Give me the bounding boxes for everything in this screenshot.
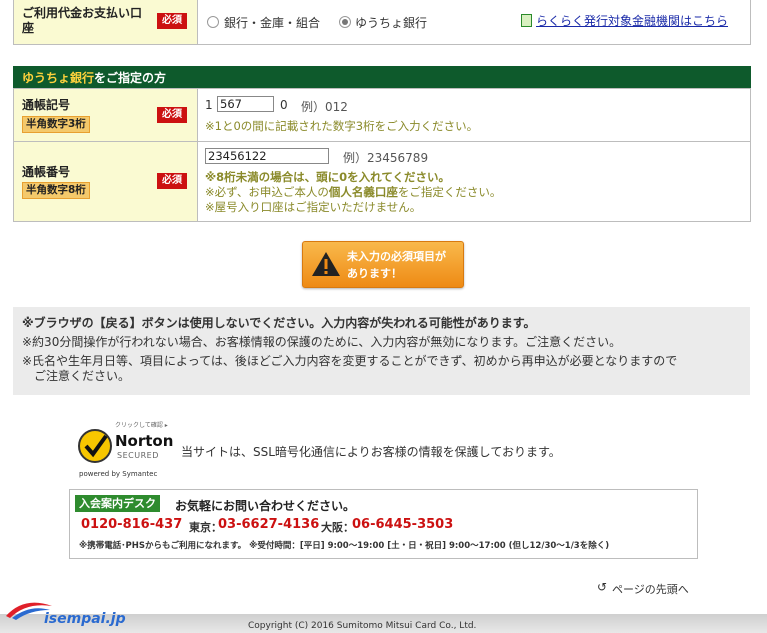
norton-click-text: クリックして確認 ▸: [115, 422, 168, 429]
notice-line-1: ※ブラウザの【戻る】ボタンは使用しないでください。入力内容が失われる可能性があり…: [22, 316, 536, 330]
format-badge: 半角数字8桁: [22, 182, 90, 199]
watermark-text: isempai.jp: [44, 611, 126, 627]
yucho-header-rest: をご指定の方: [94, 71, 167, 85]
passbook-number-row: 通帳番号 半角数字8桁 必須 例）23456789 ※8桁未満の場合は、頭に0を…: [13, 141, 751, 222]
eligible-banks-link[interactable]: らくらく発行対象金融機関はこちら: [536, 12, 728, 29]
passbook-symbol-input[interactable]: [217, 96, 274, 112]
required-badge: 必須: [157, 107, 187, 123]
payment-account-row: ご利用代金お支払い口座 必須 銀行・金庫・組合 ゆうちょ銀行 らくらく発行対象金…: [13, 0, 751, 45]
radio-bank-label: 銀行・金庫・組合: [224, 16, 321, 30]
radio-yucho[interactable]: [339, 16, 351, 28]
number-note-2b: 個人名義口座: [328, 185, 398, 199]
copyright: Copyright (C) 2016 Sumitomo Mitsui Card …: [248, 621, 477, 631]
norton-powered: powered by Symantec: [79, 470, 158, 478]
missing-fields-warning-button[interactable]: 未入力の必須項目が あります！: [302, 241, 464, 288]
yucho-header-bank: ゆうちょ銀行: [22, 71, 95, 85]
notice-box: ※ブラウザの【戻る】ボタンは使用しないでください。入力内容が失われる可能性があり…: [13, 307, 750, 395]
ssl-text: 当サイトは、SSL暗号化通信によりお客様の情報を保護しております。: [181, 445, 561, 459]
warning-line-2: あります！: [347, 267, 402, 280]
number-example: 例）23456789: [343, 151, 429, 165]
required-badge: 必須: [157, 13, 187, 29]
number-note-3: ※屋号入り口座はご指定いただけません。: [205, 200, 422, 214]
payment-label-cell: ご利用代金お支払い口座 必須: [14, 0, 198, 44]
number-note-1: ※8桁未満の場合は、頭に0を入れてください。: [205, 170, 450, 184]
radio-bank[interactable]: [207, 16, 219, 28]
page-top-arrow-icon: ↺: [597, 580, 608, 594]
norton-secured: SECURED: [117, 451, 159, 460]
contact-box: 入会案内デスク お気軽にお問い合わせください。 0120-816-437 東京：…: [69, 489, 698, 559]
norton-check-icon: [78, 429, 112, 463]
warning-line-1: 未入力の必須項目が: [347, 250, 446, 263]
contact-footnote: ※携帯電話･PHSからもご利用になれます。 ※受付時間：[平日] 9:00～19…: [79, 541, 610, 551]
warning-icon: [312, 252, 340, 276]
watermark-logo: isempai.jp: [4, 598, 134, 632]
tel-osaka[interactable]: 06-6445-3503: [352, 517, 453, 532]
yucho-header-title: ゆうちょ銀行をご指定の方: [22, 69, 166, 86]
contact-desk-badge: 入会案内デスク: [75, 495, 160, 512]
passbook-number-input[interactable]: [205, 148, 329, 164]
yucho-section-header: ゆうちょ銀行をご指定の方: [13, 66, 751, 88]
passbook-number-label: 通帳番号: [22, 165, 71, 179]
norton-name: Norton: [115, 432, 174, 450]
passbook-symbol-row: 通帳記号 半角数字3桁 必須 1 0 例）012 ※1と0の間に記載された数字3…: [13, 88, 751, 143]
tel-tokyo[interactable]: 03-6627-4136: [218, 517, 319, 532]
symbol-example: 例）012: [301, 100, 348, 114]
payment-label: ご利用代金お支払い口座: [22, 6, 143, 35]
number-note-2a: ※必ず、お申込ご本人の: [205, 185, 329, 199]
notice-line-2: ※約30分間操作が行われない場合、お客様情報の保護のために、入力内容が無効になり…: [22, 335, 622, 349]
passbook-symbol-label-cell: 通帳記号 半角数字3桁 必須: [14, 89, 198, 142]
notice-line-3: ※氏名や生年月日等、項目によっては、後ほどご入力内容を変更することができず、初め…: [22, 354, 678, 368]
number-note-2: ※必ず、お申込ご本人の個人名義口座をご指定ください。: [205, 184, 501, 200]
symbol-prefix: 1: [205, 98, 213, 112]
number-note-2c: をご指定ください。: [397, 185, 502, 199]
symbol-suffix: 0: [280, 98, 288, 112]
radio-yucho-label: ゆうちょ銀行: [355, 16, 428, 30]
document-icon: [521, 14, 532, 27]
page-top-link[interactable]: ページの先頭へ: [612, 581, 689, 597]
tel-free[interactable]: 0120-816-437: [81, 517, 182, 532]
passbook-number-label-cell: 通帳番号 半角数字8桁 必須: [14, 142, 198, 221]
passbook-symbol-label: 通帳記号: [22, 98, 71, 112]
norton-seal[interactable]: クリックして確認 ▸ Norton SECURED powered by Sym…: [77, 420, 177, 480]
contact-lead: お気軽にお問い合わせください。: [175, 499, 356, 513]
required-badge: 必須: [157, 173, 187, 189]
notice-line-4: ご注意ください。: [34, 369, 131, 383]
osaka-label: 大阪：: [321, 521, 354, 534]
symbol-note: ※1と0の間に記載された数字3桁をご入力ください。: [205, 119, 479, 133]
format-badge: 半角数字3桁: [22, 116, 90, 133]
